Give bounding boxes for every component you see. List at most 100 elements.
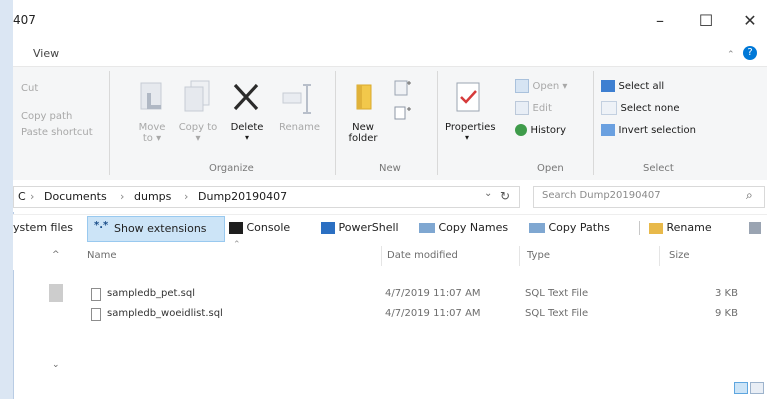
easy-access-icon[interactable] [389, 103, 417, 126]
file-date: 4/7/2019 11:07 AM [385, 288, 481, 299]
details-view-icon[interactable] [734, 382, 748, 394]
help-icon[interactable]: ? [743, 46, 757, 60]
scroll-down-icon[interactable]: ⌄ [52, 360, 60, 370]
delete-x-icon [233, 83, 259, 111]
rename-icon [282, 84, 311, 114]
rename-button[interactable]: Rename [279, 79, 320, 133]
rename-toolbar-button[interactable]: Rename [649, 221, 712, 234]
copy-path-button[interactable]: Copy path [21, 111, 72, 122]
show-extensions-button[interactable]: *.* Show extensions [87, 216, 225, 242]
invert-selection-icon [601, 124, 615, 136]
new-item-icon[interactable] [389, 79, 417, 102]
file-name: sampledb_woeidlist.sql [107, 308, 223, 319]
open-button[interactable]: Open ▾ [515, 79, 567, 93]
move-to-icon [140, 82, 162, 110]
column-date-modified[interactable]: Date modified [387, 250, 458, 261]
more-icon[interactable] [749, 221, 761, 234]
title-bar: 407 – ☐ ✕ [13, 0, 767, 42]
group-organize: Organize [209, 163, 254, 174]
system-files-button[interactable]: ystem files [13, 221, 73, 234]
crumb-separator: › [184, 190, 189, 203]
file-row[interactable]: sampledb_woeidlist.sql 4/7/2019 11:07 AM… [85, 306, 738, 324]
select-none-button[interactable]: Select none [601, 101, 679, 115]
custom-toolbar: ystem files *.* Show extensions Console … [13, 214, 767, 243]
file-type: SQL Text File [525, 308, 589, 319]
invert-selection-button[interactable]: Invert selection [601, 123, 696, 136]
group-open: Open [537, 163, 564, 174]
ribbon: Cut Copy path Paste shortcut Move to ▾ C… [13, 66, 767, 181]
file-type: SQL Text File [525, 288, 589, 299]
minimize-button[interactable]: – [637, 8, 683, 34]
powershell-button[interactable]: PowerShell [321, 221, 399, 234]
group-select: Select [643, 163, 674, 174]
ribbon-tabs: View ⌃ ? [13, 42, 767, 66]
divider [381, 246, 382, 266]
crumb-current[interactable]: Dump20190407 [198, 190, 287, 203]
column-size[interactable]: Size [669, 250, 690, 261]
copy-names-button[interactable]: Copy Names [419, 221, 508, 234]
column-type[interactable]: Type [527, 250, 550, 261]
properties-arrow: ▾ [464, 133, 469, 142]
tab-view[interactable]: View [33, 47, 59, 60]
copy-paths-button[interactable]: Copy Paths [529, 221, 610, 234]
file-row[interactable]: sampledb_pet.sql 4/7/2019 11:07 AM SQL T… [85, 286, 738, 304]
group-new: New [379, 163, 401, 174]
sql-file-icon [91, 288, 101, 301]
close-button[interactable]: ✕ [727, 8, 767, 34]
divider [519, 246, 520, 266]
crumb-separator: › [120, 190, 125, 203]
refresh-icon[interactable]: ↻ [500, 189, 510, 203]
select-all-button[interactable]: Select all [601, 79, 664, 92]
properties-button[interactable]: Properties ▾ [445, 79, 496, 142]
chevron-down-icon[interactable]: ⌄ [484, 188, 492, 199]
maximize-button[interactable]: ☐ [683, 8, 729, 34]
paste-shortcut-button[interactable]: Paste shortcut [21, 127, 93, 138]
divider [437, 71, 438, 175]
select-all-icon [601, 80, 615, 92]
breadcrumb[interactable]: C › Documents › dumps › Dump20190407 ⌄ ↻ [13, 186, 520, 208]
history-button[interactable]: History [515, 123, 566, 136]
rename-folder-icon [649, 222, 663, 234]
sql-file-icon [91, 308, 101, 321]
copy-to-button[interactable]: Copy to ▾ [179, 79, 218, 144]
crumb[interactable]: C [18, 190, 26, 203]
divider [659, 246, 660, 266]
divider [335, 71, 336, 175]
file-name: sampledb_pet.sql [107, 288, 195, 299]
crumb-separator: › [30, 190, 35, 203]
delete-arrow: ▾ [244, 133, 249, 142]
crumb[interactable]: Documents [44, 190, 107, 203]
column-name[interactable]: Name [87, 250, 117, 261]
cut-button[interactable]: Cut [21, 83, 38, 94]
sort-indicator-icon: ⌃ [233, 240, 241, 250]
select-none-icon [601, 101, 617, 115]
large-icons-view-icon[interactable] [750, 382, 764, 394]
delete-button[interactable]: Delete ▾ [227, 79, 267, 142]
edit-button[interactable]: Edit [515, 101, 552, 115]
search-icon[interactable]: ⌕ [746, 188, 753, 203]
window-edge [0, 0, 14, 399]
scrollbar-thumb[interactable] [49, 284, 63, 302]
powershell-icon [321, 222, 335, 234]
search-placeholder: Search Dump20190407 [542, 190, 661, 201]
console-button[interactable]: Console [229, 221, 290, 234]
console-icon [229, 222, 243, 234]
open-icon [515, 79, 529, 93]
copy-names-icon [419, 223, 435, 233]
copy-paths-icon [529, 223, 545, 233]
history-icon [515, 124, 527, 136]
new-folder-button[interactable]: New folder [348, 79, 381, 144]
divider [593, 71, 594, 175]
file-size: 9 KB [715, 308, 738, 319]
search-input[interactable]: Search Dump20190407 ⌕ [533, 186, 765, 208]
address-bar: C › Documents › dumps › Dump20190407 ⌄ ↻… [13, 180, 767, 212]
chevron-up-icon[interactable]: ⌃ [727, 50, 735, 60]
move-to-button[interactable]: Move to ▾ [135, 79, 172, 144]
divider [639, 221, 640, 235]
properties-icon [456, 82, 480, 112]
crumb[interactable]: dumps [134, 190, 171, 203]
scroll-up-icon[interactable]: ^ [52, 250, 60, 260]
file-size: 3 KB [715, 288, 738, 299]
window-title: 407 [13, 13, 36, 27]
nav-scrollbar[interactable]: ^ ⌄ [49, 242, 66, 382]
